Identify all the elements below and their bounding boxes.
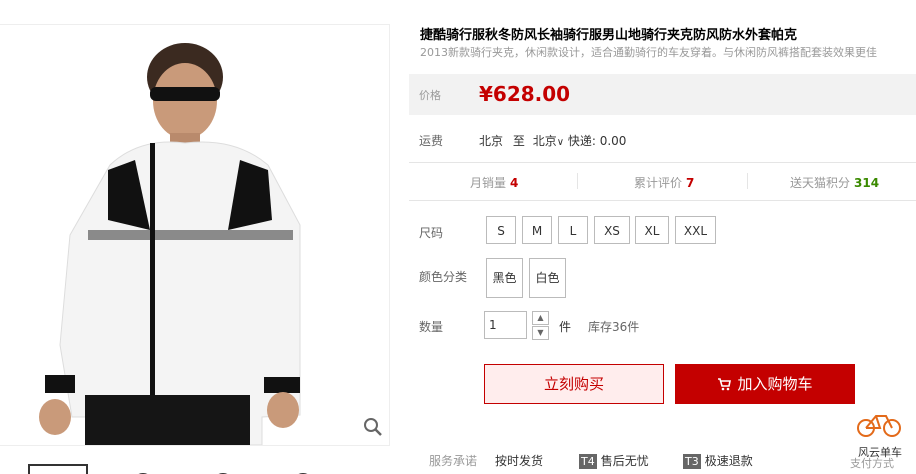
monthly-sales-label: 月销量 [470, 176, 507, 190]
shipping-info: 北京 至 北京∨ 快递: 0.00 [479, 132, 626, 149]
buy-now-button[interactable]: 立刻购买 [484, 364, 664, 404]
service-refund-text: 极速退款 [704, 454, 753, 468]
brand-logo: 风云单车 [850, 408, 910, 459]
thumbnail-1[interactable] [28, 464, 88, 474]
stats-bar: 月销量 4 累计评价 7 送天猫积分 314 [409, 162, 916, 201]
monthly-sales: 月销量 4 [470, 174, 518, 191]
thumbnail-4[interactable] [278, 466, 338, 474]
services-label: 服务承诺 [429, 454, 478, 468]
bicycle-icon [857, 415, 901, 437]
cart-icon [717, 366, 732, 406]
ship-from: 北京 [479, 134, 504, 148]
divider [747, 173, 748, 189]
t3-badge: T3 [683, 454, 701, 469]
quantity-label: 数量 [419, 320, 444, 334]
service-aftersale: T4 售后无忧 [579, 452, 649, 469]
size-label: 尺码 [419, 226, 444, 240]
monthly-sales-value: 4 [510, 176, 519, 190]
thumbnail-2[interactable] [118, 466, 178, 474]
size-option-xs[interactable]: XS [594, 216, 630, 244]
quantity-unit: 件 [559, 320, 572, 334]
quantity-increase-icon[interactable]: ▲ [532, 311, 549, 325]
service-refund: T3 极速退款 [683, 452, 753, 469]
stock-text: 库存36件 [588, 320, 640, 334]
product-title: 捷酷骑行服秋冬防风长袖骑行服男山地骑行夹克防风防水外套帕克 [420, 28, 798, 43]
product-photo [0, 25, 389, 445]
shipping-label: 运费 [419, 134, 444, 148]
size-option-xxl[interactable]: XXL [675, 216, 716, 244]
thumbnail-3[interactable] [198, 466, 258, 474]
quantity-input[interactable]: 1 [484, 311, 527, 339]
brand-logo-text: 风云单车 [858, 446, 902, 459]
ship-to-select[interactable]: 北京∨ [533, 134, 568, 148]
color-label: 颜色分类 [419, 270, 468, 284]
points-label: 送天猫积分 [790, 176, 851, 190]
chevron-down-icon: ∨ [556, 137, 565, 148]
product-subtitle: 2013新款骑行夹克，休闲款设计，适合通勤骑行的车友穿着。与休闲防风裤搭配套装效… [420, 46, 877, 59]
points: 送天猫积分 314 [790, 174, 879, 191]
divider [577, 173, 578, 189]
t4-badge: T4 [579, 454, 597, 469]
reviews[interactable]: 累计评价 7 [634, 174, 694, 191]
add-to-cart-button[interactable]: 加入购物车 [675, 364, 855, 404]
size-option-xl[interactable]: XL [635, 216, 669, 244]
quantity-decrease-icon[interactable]: ▼ [532, 326, 549, 340]
service-ontime-text: 按时发货 [495, 454, 544, 468]
service-ontime: 按时发货 [495, 452, 543, 469]
color-option-black[interactable]: 黑色 [486, 258, 523, 298]
ship-to: 北京 [532, 134, 557, 148]
points-value: 314 [854, 176, 880, 190]
magnifier-icon[interactable] [360, 414, 386, 440]
size-option-s[interactable]: S [486, 216, 516, 244]
add-to-cart-label: 加入购物车 [737, 375, 813, 393]
product-main-image[interactable] [0, 24, 390, 446]
color-option-white[interactable]: 白色 [529, 258, 566, 298]
ship-to-word: 至 [512, 134, 525, 148]
size-option-l[interactable]: L [558, 216, 588, 244]
service-aftersale-text: 售后无忧 [600, 454, 649, 468]
thumbnail-strip [0, 462, 389, 474]
size-option-m[interactable]: M [522, 216, 552, 244]
reviews-value: 7 [686, 176, 695, 190]
price-label: 价格 [419, 89, 441, 102]
reviews-label: 累计评价 [634, 176, 683, 190]
price-value: ¥628.00 [479, 82, 571, 106]
ship-method: 快递: 0.00 [567, 134, 627, 148]
